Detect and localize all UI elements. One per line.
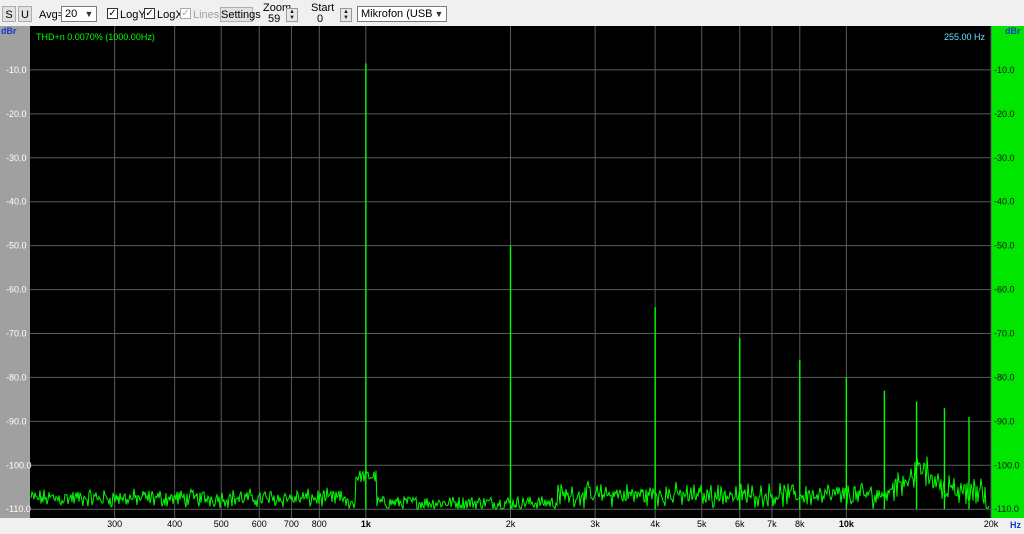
cursor-readout: 255.00 Hz	[944, 32, 986, 42]
y-tick-label-right: -110.0	[994, 504, 1019, 514]
s-button[interactable]: S	[2, 6, 16, 22]
spectrum-plot[interactable]: 300 400 500 600 700 800 1k 2k 3k 4k 5k 6k 7k 8k 10k 20k…	[0, 26, 1024, 534]
x-tick-label: 6k	[735, 519, 745, 529]
x-unit: Hz	[1010, 520, 1021, 530]
y-tick-label-right: -30.0	[994, 153, 1015, 163]
y-tick-label-left: -90.0	[6, 416, 27, 426]
thd-readout: THD+n 0.0070% (1000.00Hz)	[36, 32, 155, 42]
y-tick-label-right: -80.0	[994, 372, 1015, 382]
y-tick-label-left: -70.0	[6, 329, 27, 339]
y-tick-label-right: -60.0	[994, 285, 1015, 295]
logy-label: LogY	[120, 9, 146, 21]
x-tick-label: 400	[167, 519, 182, 529]
avg-value: 20	[65, 8, 78, 20]
zoom-spinner[interactable]: ▲ ▼	[286, 8, 298, 22]
x-tick-label: 1k	[361, 519, 372, 529]
x-tick-label: 3k	[590, 519, 600, 529]
x-tick-label: 300	[107, 519, 122, 529]
y-tick-label-right: -10.0	[994, 65, 1015, 75]
device-select[interactable]: Mikrofon (USB Audio ▼	[357, 6, 447, 22]
toolbar: S U Avg= 20 ▼ ✓ LogY ✓ LogX ✓ Lines Sett…	[0, 0, 1024, 27]
x-tick-label: 7k	[767, 519, 777, 529]
settings-button[interactable]: Settings	[220, 7, 261, 22]
x-tick-label: 4k	[650, 519, 660, 529]
y-unit-right: dBr	[1005, 26, 1021, 36]
start-value: 0	[317, 13, 324, 25]
chevron-down-icon: ▼	[432, 7, 446, 21]
start-spinner[interactable]: ▲ ▼	[340, 8, 352, 22]
x-tick-label: 2k	[506, 519, 516, 529]
chevron-down-icon: ▼	[84, 9, 94, 19]
lines-label: Lines	[193, 9, 220, 21]
y-tick-label-right: -20.0	[994, 109, 1015, 119]
y-unit-left: dBr	[1, 26, 17, 36]
y-tick-label-left: -80.0	[6, 372, 27, 382]
y-tick-label-left: -30.0	[6, 153, 27, 163]
logx-label: LogX	[157, 9, 183, 21]
x-tick-label: 700	[284, 519, 299, 529]
zoom-value: 59	[268, 13, 281, 25]
x-tick-label: 10k	[839, 519, 855, 529]
y-tick-label-right: -90.0	[994, 416, 1015, 426]
x-tick-label: 600	[252, 519, 267, 529]
y-tick-label-left: -40.0	[6, 197, 27, 207]
y-tick-label-left: -20.0	[6, 109, 27, 119]
u-button[interactable]: U	[18, 6, 32, 22]
logx-checkbox[interactable]: ✓	[144, 8, 155, 19]
x-axis-labels: 300 400 500 600 700 800 1k 2k 3k 4k 5k 6k 7k 8k 10k 20k	[107, 519, 999, 529]
y-tick-label-left: -50.0	[6, 241, 27, 251]
y-tick-label-right: -50.0	[994, 241, 1015, 251]
x-tick-label: 500	[214, 519, 229, 529]
x-tick-label: 20k	[984, 519, 999, 529]
y-tick-label-left: -110.0	[6, 504, 31, 514]
y-tick-label-right: -40.0	[994, 197, 1015, 207]
avg-select[interactable]: 20 ▼	[61, 6, 97, 22]
y-tick-label-right: -70.0	[994, 329, 1015, 339]
y-tick-label-left: -10.0	[6, 65, 27, 75]
x-tick-label: 5k	[697, 519, 707, 529]
logy-checkbox[interactable]: ✓	[107, 8, 118, 19]
x-tick-label: 800	[312, 519, 327, 529]
y-tick-label-right: -100.0	[994, 460, 1020, 470]
x-tick-label: 8k	[795, 519, 805, 529]
y-tick-label-left: -60.0	[6, 285, 27, 295]
lines-checkbox[interactable]: ✓	[180, 8, 191, 19]
y-tick-label-left: -100.0	[6, 460, 32, 470]
